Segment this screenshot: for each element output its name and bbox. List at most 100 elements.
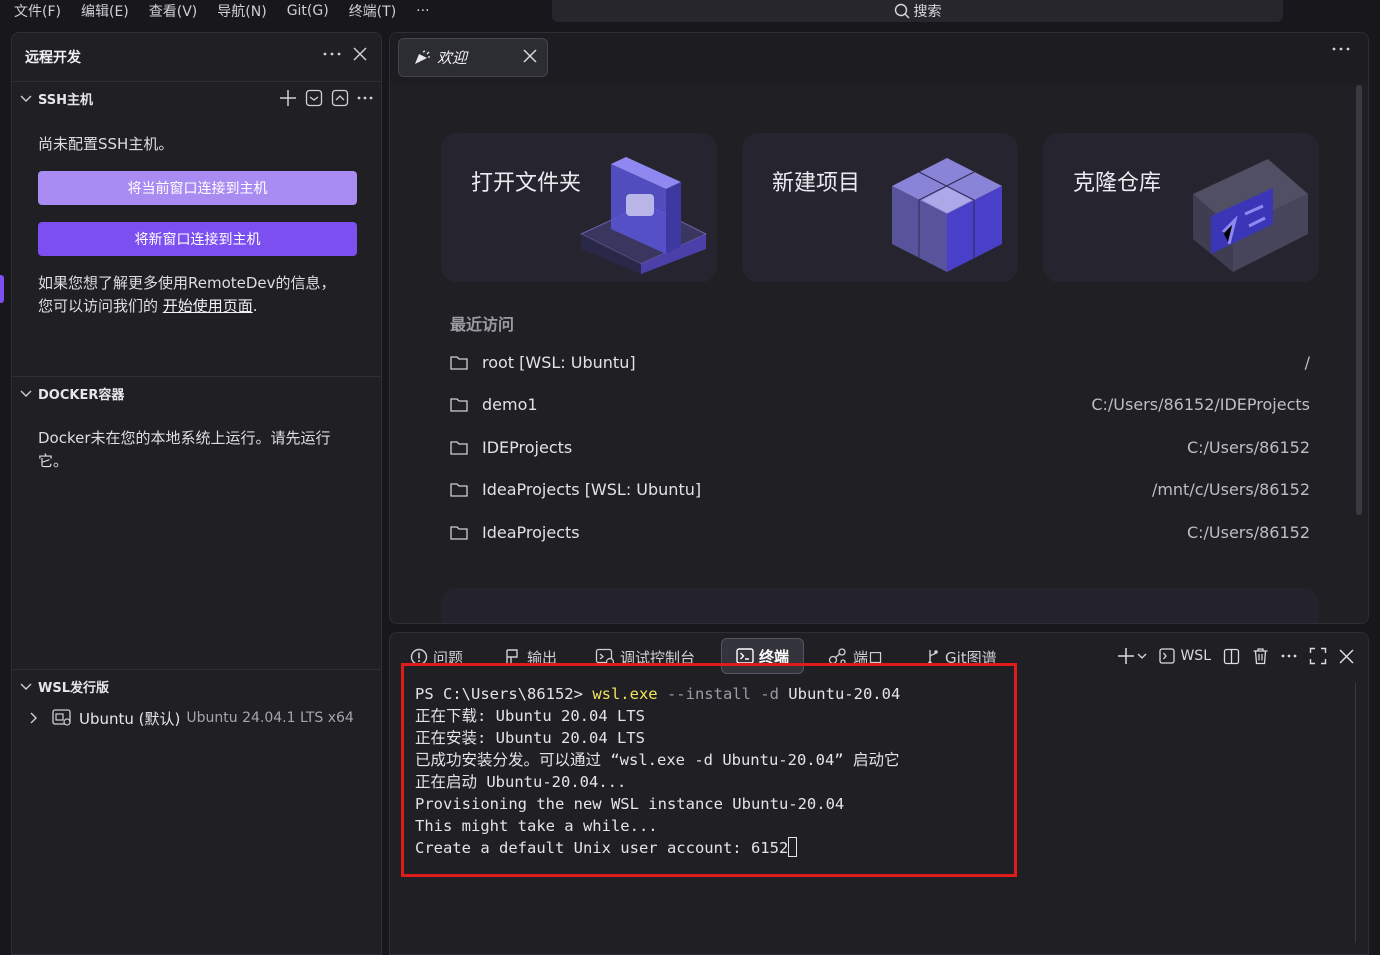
terminal-scrollbar[interactable]: [1355, 683, 1356, 943]
trash-icon[interactable]: [1252, 647, 1269, 665]
new-project-card[interactable]: 新建项目: [742, 133, 1018, 282]
ssh-info-prefix: 您可以访问我们的: [38, 297, 163, 315]
welcome-icon: [415, 49, 430, 64]
editor-area: 欢迎 打开文件夹 新建项目 克隆仓库 最近访问 root [WSL: Ubunt…: [389, 32, 1369, 624]
add-icon[interactable]: [279, 89, 297, 107]
recent-item-path: C:/Users/86152/IDEProjects: [1091, 394, 1310, 414]
close-icon[interactable]: [353, 47, 367, 61]
ssh-info-suffix: .: [252, 297, 258, 315]
more-icon[interactable]: [1281, 654, 1297, 658]
terminal-icon: [736, 648, 754, 664]
chevron-down-icon: [1138, 653, 1147, 659]
remote-dev-panel: 远程开发 SSH主机 尚未配置SSH主机。 将当前窗口连接到主机 将新窗口连接到…: [11, 32, 382, 955]
recent-item[interactable]: demo1 C:/Users/86152/IDEProjects: [450, 390, 1310, 418]
recent-title: 最近访问: [450, 315, 515, 334]
clone-repo-card[interactable]: 克隆仓库: [1043, 133, 1319, 282]
docker-section-header[interactable]: DOCKER容器: [12, 376, 381, 410]
chevron-down-icon: [20, 390, 32, 397]
split-terminal-icon[interactable]: [1223, 648, 1240, 665]
search-input[interactable]: 搜索: [552, 0, 1283, 22]
new-project-card-title: 新建项目: [772, 171, 861, 196]
folder-icon: [450, 525, 468, 540]
highlight-box: [401, 663, 1017, 877]
terminal-icon: [1159, 648, 1176, 664]
cube-illustration-icon: [892, 158, 1002, 272]
ssh-empty-text: 尚未配置SSH主机。: [38, 135, 174, 153]
expand-all-icon[interactable]: [331, 89, 349, 107]
chevron-right-icon: [30, 712, 37, 724]
open-folder-card-title: 打开文件夹: [471, 171, 582, 196]
ssh-more-icon[interactable]: [357, 96, 373, 100]
new-terminal-button[interactable]: [1117, 647, 1147, 665]
open-folder-card[interactable]: 打开文件夹: [441, 133, 717, 282]
recent-item-path: C:/Users/86152: [1186, 522, 1310, 542]
collapse-all-icon[interactable]: [305, 89, 323, 107]
close-icon[interactable]: [1339, 648, 1354, 664]
menu-more[interactable]: ···: [416, 3, 429, 19]
wsl-distro-detail: Ubuntu 24.04.1 LTS x64: [186, 710, 354, 726]
tab-welcome[interactable]: 欢迎: [398, 38, 548, 77]
recent-item-name: IdeaProjects [WSL: Ubuntu]: [482, 479, 702, 499]
wsl-distro-name: Ubuntu (默认): [79, 709, 181, 728]
partial-card: [441, 588, 1319, 623]
maximize-icon[interactable]: [1309, 647, 1327, 665]
menu-file[interactable]: 文件(F): [14, 1, 61, 21]
activity-indicator: [0, 275, 4, 303]
docker-text-line2: 它。: [38, 452, 69, 470]
folder-icon: [450, 440, 468, 455]
search-icon: [894, 3, 909, 19]
menu-view[interactable]: 查看(V): [149, 1, 198, 21]
docker-text-line1: Docker未在您的本地系统上运行。请先运行: [38, 429, 331, 447]
ssh-section-header[interactable]: SSH主机: [12, 81, 381, 115]
repository-illustration-icon: [1193, 159, 1308, 272]
wsl-section-title: WSL发行版: [38, 681, 109, 696]
panel-header: 远程开发: [12, 33, 381, 81]
menu-git[interactable]: Git(G): [287, 3, 329, 19]
recent-item-name: IDEProjects: [482, 437, 573, 457]
recent-item[interactable]: IDEProjects C:/Users/86152: [450, 433, 1310, 461]
folder-icon: [450, 397, 468, 412]
ssh-info-line1: 如果您想了解更多使用RemoteDev的信息，: [38, 274, 336, 292]
docker-text: Docker未在您的本地系统上运行。请先运行 它。: [38, 427, 331, 473]
menu-terminal[interactable]: 终端(T): [349, 1, 396, 21]
search-label: 搜索: [913, 4, 942, 20]
recent-item[interactable]: IdeaProjects [WSL: Ubuntu] /mnt/c/Users/…: [450, 475, 1310, 503]
chevron-down-icon: [20, 683, 32, 690]
recent-item-name: root [WSL: Ubuntu]: [482, 352, 636, 372]
terminal-actions: WSL: [1117, 647, 1354, 665]
recent-item-name: demo1: [482, 394, 538, 414]
shell-label: WSL: [1180, 648, 1211, 664]
editor-more-icon[interactable]: [1332, 47, 1350, 51]
ssh-info-text: 如果您想了解更多使用RemoteDev的信息， 您可以访问我们的 开始使用页面.: [38, 272, 336, 318]
editor-tab-bar: 欢迎: [390, 33, 1368, 83]
recent-item-path: /mnt/c/Users/86152: [1151, 479, 1310, 499]
getting-started-link[interactable]: 开始使用页面: [163, 297, 253, 315]
folder-illustration-icon: [579, 157, 708, 274]
recent-item-path: /: [1304, 352, 1310, 372]
panel-title: 远程开发: [25, 50, 81, 66]
wsl-distro-item[interactable]: Ubuntu (默认) Ubuntu 24.04.1 LTS x64: [12, 705, 381, 731]
tab-close-icon[interactable]: [523, 49, 537, 63]
recent-item-path: C:/Users/86152: [1186, 437, 1310, 457]
tab-welcome-label: 欢迎: [437, 49, 468, 67]
folder-icon: [450, 482, 468, 497]
recent-item[interactable]: IdeaProjects C:/Users/86152: [450, 518, 1310, 546]
chevron-down-icon: [20, 95, 32, 102]
connect-current-window-button[interactable]: 将当前窗口连接到主机: [38, 171, 357, 205]
recent-item-name: IdeaProjects: [482, 522, 580, 542]
ssh-info-line2: 您可以访问我们的 开始使用页面.: [38, 295, 336, 318]
shell-selector[interactable]: WSL: [1159, 648, 1211, 664]
menu-edit[interactable]: 编辑(E): [81, 1, 129, 21]
ssh-section-title: SSH主机: [38, 93, 94, 108]
menu-navigate[interactable]: 导航(N): [217, 1, 266, 21]
wsl-section-header[interactable]: WSL发行版: [12, 669, 381, 703]
more-icon[interactable]: [323, 52, 341, 56]
linux-distro-icon: [52, 709, 71, 726]
folder-icon: [450, 355, 468, 370]
add-icon: [1118, 648, 1135, 664]
editor-scrollbar[interactable]: [1356, 85, 1362, 515]
docker-section-title: DOCKER容器: [38, 388, 125, 403]
recent-item[interactable]: root [WSL: Ubuntu] /: [450, 348, 1310, 376]
clone-repo-card-title: 克隆仓库: [1073, 171, 1162, 196]
connect-new-window-button[interactable]: 将新窗口连接到主机: [38, 222, 357, 256]
